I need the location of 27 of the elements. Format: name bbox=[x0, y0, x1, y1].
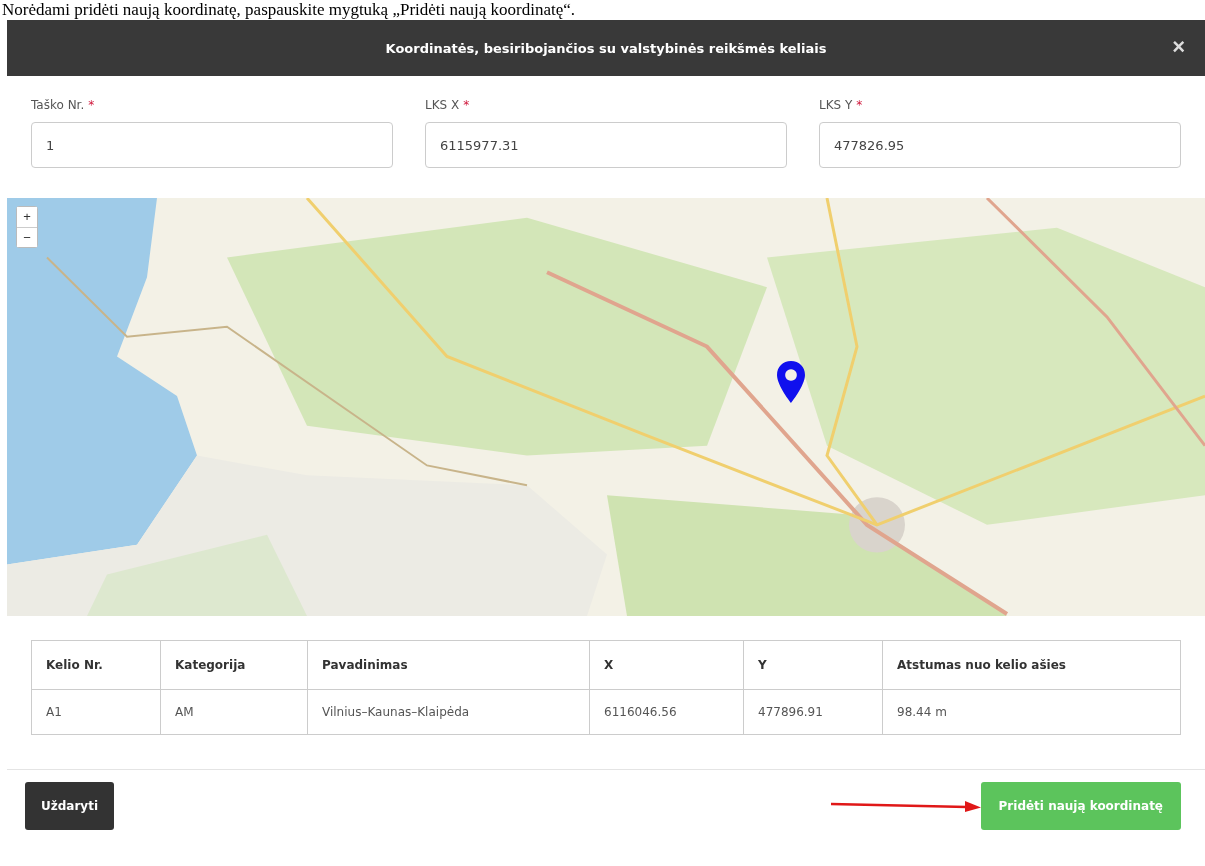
column-header: Pavadinimas bbox=[307, 640, 590, 690]
modal-title: Koordinatės, besiribojančios su valstybinės reikšmės keliais bbox=[385, 40, 827, 56]
required-mark: * bbox=[463, 98, 470, 112]
column-header: Atstumas nuo kelio ašies bbox=[882, 640, 1181, 690]
column-header: X bbox=[589, 640, 744, 690]
input-field[interactable]: 1 bbox=[31, 122, 393, 168]
instruction-text: Norėdami pridėti naują koordinatę, paspauskite mygtuką „Pridėti naują koordinatę“. bbox=[1, 0, 577, 20]
required-mark: * bbox=[88, 98, 95, 112]
field-label: LKS Y bbox=[819, 98, 853, 112]
table-cell: 477896.91 bbox=[743, 689, 883, 735]
input-field[interactable]: 477826.95 bbox=[819, 122, 1181, 168]
column-header: Kategorija bbox=[160, 640, 308, 690]
field-label: LKS X bbox=[425, 98, 460, 112]
required-mark: * bbox=[856, 98, 863, 112]
zoom-out-button[interactable]: − bbox=[17, 227, 37, 247]
close-dialog-button[interactable]: Uždaryti bbox=[25, 782, 114, 830]
close-button[interactable]: × bbox=[1168, 35, 1189, 59]
map-pin-icon bbox=[777, 360, 805, 404]
table-cell: 98.44 m bbox=[882, 689, 1181, 735]
table-cell: A1 bbox=[31, 689, 161, 735]
field-label: Taško Nr. bbox=[31, 98, 85, 112]
column-header: Y bbox=[743, 640, 883, 690]
input-field[interactable]: 6115977.31 bbox=[425, 122, 787, 168]
table-cell: AM bbox=[160, 689, 308, 735]
table-cell: Vilnius–Kaunas–Klaipėda bbox=[307, 689, 590, 735]
table-cell: 6116046.56 bbox=[589, 689, 744, 735]
column-header: Kelio Nr. bbox=[31, 640, 161, 690]
